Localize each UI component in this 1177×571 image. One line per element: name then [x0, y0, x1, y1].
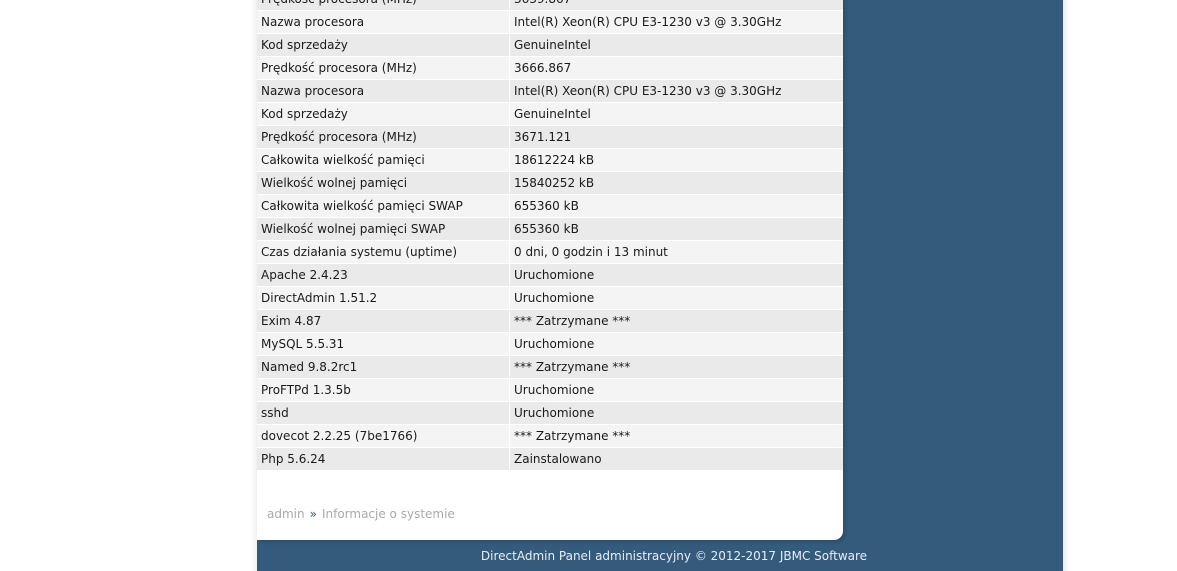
row-value: 0 dni, 0 godzin i 13 minut	[509, 240, 843, 264]
table-row: Exim 4.87 *** Zatrzymane ***	[257, 309, 843, 333]
table-row: Prędkość procesora (MHz) 3666.867	[257, 56, 843, 80]
table-row: Całkowita wielkość pamięci SWAP 655360 kB	[257, 194, 843, 218]
row-value: 3666.867	[509, 56, 843, 80]
row-label: Nazwa procesora	[257, 79, 510, 103]
breadcrumb: admin » Informacje o systemie	[267, 507, 455, 521]
system-info-rows: Prędkość procesora (MHz)3639.867Nazwa pr…	[257, 0, 843, 471]
row-value: GenuineIntel	[509, 102, 843, 126]
table-row: Prędkość procesora (MHz)3639.867	[257, 0, 843, 11]
row-value: 15840252 kB	[509, 171, 843, 195]
row-label: DirectAdmin 1.51.2	[257, 286, 510, 310]
row-label: Php 5.6.24	[257, 447, 510, 471]
row-label: Wielkość wolnej pamięci SWAP	[257, 217, 510, 241]
row-value: *** Zatrzymane ***	[509, 355, 843, 379]
row-label: ProFTPd 1.3.5b	[257, 378, 510, 402]
row-value: Uruchomione	[509, 263, 843, 287]
row-label: Kod sprzedaży	[257, 102, 510, 126]
breadcrumb-current-link[interactable]: Informacje o systemie	[322, 507, 455, 521]
row-label: dovecot 2.2.25 (7be1766)	[257, 424, 510, 448]
row-value: Intel(R) Xeon(R) CPU E3-1230 v3 @ 3.30GH…	[509, 79, 843, 103]
breadcrumb-home-link[interactable]: admin	[267, 507, 305, 521]
row-value: GenuineIntel	[509, 33, 843, 57]
page-shadow-right	[1063, 0, 1069, 571]
row-label: sshd	[257, 401, 510, 425]
row-label: Apache 2.4.23	[257, 263, 510, 287]
table-row: Prędkość procesora (MHz) 3671.121	[257, 125, 843, 149]
table-row: Całkowita wielkość pamięci 18612224 kB	[257, 148, 843, 172]
page-shadow-left	[250, 0, 257, 571]
table-row: Kod sprzedaży GenuineIntel	[257, 33, 843, 57]
table-row: Nazwa procesora Intel(R) Xeon(R) CPU E3-1…	[257, 79, 843, 103]
row-value: Uruchomione	[509, 401, 843, 425]
row-value: Uruchomione	[509, 378, 843, 402]
table-row: Nazwa procesora Intel(R) Xeon(R) CPU E3-1…	[257, 10, 843, 34]
row-label: Całkowita wielkość pamięci	[257, 148, 510, 172]
row-value: *** Zatrzymane ***	[509, 309, 843, 333]
footer: DirectAdmin Panel administracyjny © 2012…	[257, 549, 1063, 563]
row-value: *** Zatrzymane ***	[509, 424, 843, 448]
row-label: Całkowita wielkość pamięci SWAP	[257, 194, 510, 218]
table-row: Kod sprzedaży GenuineIntel	[257, 102, 843, 126]
row-value: Intel(R) Xeon(R) CPU E3-1230 v3 @ 3.30GH…	[509, 10, 843, 34]
table-row: ProFTPd 1.3.5b Uruchomione	[257, 378, 843, 402]
row-value: 3639.867	[509, 0, 843, 11]
row-label: Wielkość wolnej pamięci	[257, 171, 510, 195]
row-label: Exim 4.87	[257, 309, 510, 333]
table-row: Czas działania systemu (uptime) 0 dni, 0 …	[257, 240, 843, 264]
table-row: Named 9.8.2rc1 *** Zatrzymane ***	[257, 355, 843, 379]
row-label: Czas działania systemu (uptime)	[257, 240, 510, 264]
row-label: Prędkość procesora (MHz)	[257, 0, 510, 11]
table-row: dovecot 2.2.25 (7be1766) *** Zatrzymane *…	[257, 424, 843, 448]
row-value: 3671.121	[509, 125, 843, 149]
row-value: 18612224 kB	[509, 148, 843, 172]
row-label: Prędkość procesora (MHz)	[257, 56, 510, 80]
row-value: 655360 kB	[509, 217, 843, 241]
row-value: Uruchomione	[509, 332, 843, 356]
row-label: Kod sprzedaży	[257, 33, 510, 57]
row-value: 655360 kB	[509, 194, 843, 218]
row-value: Zainstalowano	[509, 447, 843, 471]
table-row: Apache 2.4.23 Uruchomione	[257, 263, 843, 287]
table-row: sshd Uruchomione	[257, 401, 843, 425]
table-row: Php 5.6.24 Zainstalowano	[257, 447, 843, 471]
system-info-table: Prędkość procesora (MHz)3639.867Nazwa pr…	[257, 0, 843, 471]
table-row: Wielkość wolnej pamięci SWAP 655360 kB	[257, 217, 843, 241]
row-label: Named 9.8.2rc1	[257, 355, 510, 379]
table-row: MySQL 5.5.31 Uruchomione	[257, 332, 843, 356]
breadcrumb-separator: »	[309, 507, 317, 521]
row-label: MySQL 5.5.31	[257, 332, 510, 356]
row-label: Nazwa procesora	[257, 10, 510, 34]
row-value: Uruchomione	[509, 286, 843, 310]
row-label: Prędkość procesora (MHz)	[257, 125, 510, 149]
table-row: Wielkość wolnej pamięci 15840252 kB	[257, 171, 843, 195]
table-row: DirectAdmin 1.51.2 Uruchomione	[257, 286, 843, 310]
footer-copyright: DirectAdmin Panel administracyjny © 2012…	[480, 549, 868, 563]
